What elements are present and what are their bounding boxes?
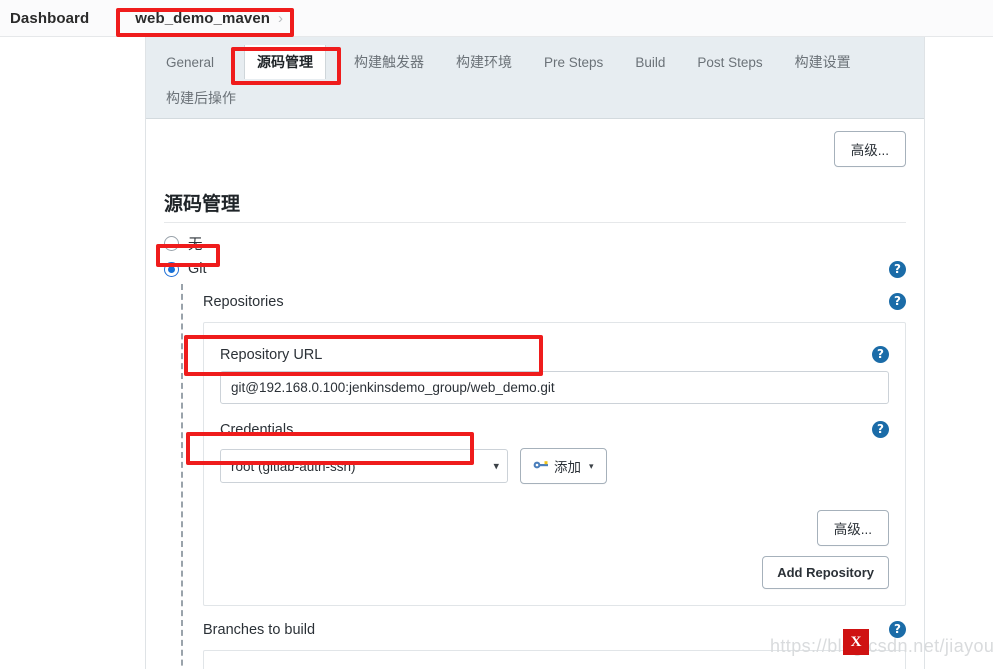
repository-url-input[interactable]	[220, 371, 889, 404]
top-advanced-row: 高级...	[164, 131, 906, 167]
config-tab-row-2: 构建后操作	[164, 81, 924, 115]
help-icon-repositories[interactable]: ?	[889, 292, 906, 310]
config-form-body: 高级... 源码管理 无 Git ? Repositories ? Reposi…	[146, 119, 924, 669]
tab-build-environment[interactable]: 构建环境	[454, 45, 526, 79]
repository-url-label: Repository URL	[220, 347, 323, 363]
repository-url-label-row: Repository URL ?	[220, 337, 889, 371]
radio-git-icon[interactable]	[164, 261, 179, 277]
repositories-label-row: Repositories ?	[203, 284, 906, 318]
add-credential-label: 添加	[554, 460, 581, 475]
credentials-select[interactable]: root (gitlab-auth-ssh)	[220, 449, 508, 483]
tab-source-code-management[interactable]: 源码管理	[244, 45, 327, 79]
breadcrumb-chevron-icon: ›	[278, 9, 284, 27]
page-title: 源码管理	[164, 194, 241, 215]
tab-post-build-actions[interactable]: 构建后操作	[164, 81, 250, 115]
tab-post-steps[interactable]: Post Steps	[695, 48, 776, 77]
radio-none-icon[interactable]	[164, 236, 179, 251]
repository-advanced-button[interactable]: 高级...	[816, 510, 889, 546]
chevron-down-icon-add: ▾	[589, 460, 594, 471]
breadcrumb-item-dashboard[interactable]: Dashboard	[10, 10, 89, 27]
repository-actions: 高级... Add Repository	[220, 510, 889, 589]
title-divider	[164, 222, 906, 223]
breadcrumb: Dashboard web_demo_maven ›	[0, 0, 993, 37]
repository-panel: Repository URL ? Credentials ? root (git…	[203, 322, 906, 606]
tab-pre-steps[interactable]: Pre Steps	[542, 48, 617, 77]
scm-option-none[interactable]: 无	[164, 233, 906, 254]
credentials-select-wrap: root (gitlab-auth-ssh) ▾	[220, 449, 508, 483]
git-config-block: Repositories ? Repository URL ? Credenti…	[181, 284, 906, 669]
delete-branch-button[interactable]: X	[843, 629, 869, 655]
tab-build-settings[interactable]: 构建设置	[793, 45, 865, 79]
config-panel: General 源码管理 构建触发器 构建环境 Pre Steps Build …	[145, 37, 925, 669]
tab-build[interactable]: Build	[633, 48, 679, 77]
config-tab-row-1: General 源码管理 构建触发器 构建环境 Pre Steps Build …	[164, 45, 924, 79]
add-repository-button[interactable]: Add Repository	[762, 556, 889, 589]
help-icon-repository-url[interactable]: ?	[872, 345, 889, 363]
branches-to-build-label: Branches to build	[203, 622, 316, 638]
credentials-label-row: Credentials ?	[220, 412, 889, 446]
help-icon-branches[interactable]: ?	[889, 620, 906, 638]
help-icon-git[interactable]: ?	[889, 260, 906, 278]
credentials-row: root (gitlab-auth-ssh) ▾ 添加 ▾	[220, 448, 889, 484]
advanced-top-button[interactable]: 高级...	[833, 131, 906, 167]
jenkins-job-config-page: Dashboard web_demo_maven › General 源码管理 …	[0, 0, 993, 669]
scm-option-git[interactable]: Git ?	[164, 260, 906, 278]
help-icon-credentials[interactable]: ?	[872, 420, 889, 438]
key-icon	[533, 459, 549, 474]
tab-build-triggers[interactable]: 构建触发器	[352, 45, 438, 79]
config-tab-bar: General 源码管理 构建触发器 构建环境 Pre Steps Build …	[146, 37, 924, 119]
add-credential-button[interactable]: 添加 ▾	[520, 448, 607, 484]
tab-general[interactable]: General	[164, 48, 228, 77]
branches-panel: 指定分支（为空时代表any） ?	[203, 650, 906, 669]
branches-label-row: Branches to build ?	[203, 612, 906, 646]
breadcrumb-item-project[interactable]: web_demo_maven	[135, 10, 270, 27]
scm-option-git-label: Git	[188, 261, 207, 277]
credentials-label: Credentials	[220, 422, 294, 438]
scm-option-none-label: 无	[188, 237, 203, 253]
repositories-label: Repositories	[203, 294, 284, 310]
